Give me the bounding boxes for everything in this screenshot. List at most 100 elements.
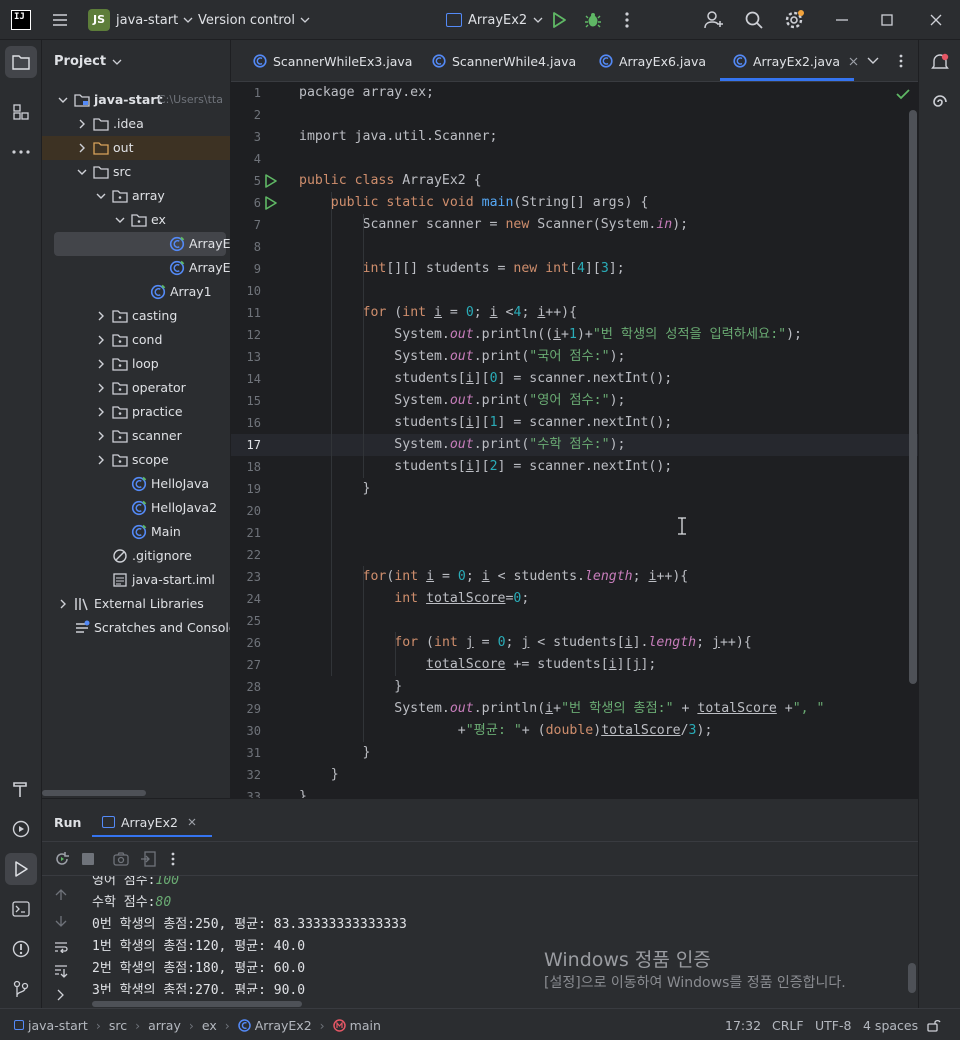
main-menu-button[interactable] (46, 6, 74, 34)
code-line[interactable]: 16 students[i][1] = scanner.nextInt(); (231, 412, 918, 434)
chevron-down-icon[interactable] (57, 94, 69, 106)
tree-item-arrayex6[interactable]: ArrayEx6 (42, 256, 230, 280)
tree-item-array1[interactable]: Array1 (42, 280, 230, 304)
tree-item-loop[interactable]: loop (42, 352, 230, 376)
minimize-button[interactable] (828, 6, 856, 34)
code-line[interactable]: 19 } (231, 478, 918, 500)
notifications-button[interactable] (926, 48, 954, 76)
chevron-right-icon[interactable] (95, 334, 107, 346)
chevron-right-icon[interactable] (76, 142, 88, 154)
tree-item-gitignore[interactable]: .gitignore (42, 544, 230, 568)
tree-item-hellojava2[interactable]: HelloJava2 (42, 496, 230, 520)
code-line[interactable]: 17 System.out.print("수학 점수:"); (231, 434, 918, 456)
close-window-button[interactable] (922, 6, 950, 34)
console-horizontal-scrollbar[interactable] (92, 1001, 302, 1007)
code-line[interactable]: 4 (231, 148, 918, 170)
breadcrumb-item[interactable]: ArrayEx2 (255, 1018, 312, 1033)
chevron-right-icon[interactable] (95, 454, 107, 466)
code-line[interactable]: 21 (231, 522, 918, 544)
tree-item-external-libraries[interactable]: External Libraries (42, 592, 230, 616)
tree-item-hellojava[interactable]: HelloJava (42, 472, 230, 496)
code-line[interactable]: 2 (231, 104, 918, 126)
chevron-down-icon[interactable] (76, 166, 88, 178)
chevron-down-icon[interactable] (114, 214, 126, 226)
code-line[interactable]: 14 students[i][0] = scanner.nextInt(); (231, 368, 918, 390)
run-tab-arrayex2[interactable]: ArrayEx2 (102, 807, 208, 837)
vertical-scrollbar[interactable] (909, 110, 917, 684)
console-vertical-scrollbar[interactable] (908, 963, 916, 993)
run-gutter-icon[interactable] (265, 196, 277, 210)
breadcrumb-item[interactable]: java-start (28, 1018, 88, 1033)
tab-arrayex6[interactable]: ArrayEx6.java (599, 40, 706, 82)
code-line[interactable]: 25 (231, 610, 918, 632)
horizontal-scrollbar[interactable] (42, 790, 146, 796)
code-line[interactable]: 30 +"평균: "+ (double)totalScore/3); (231, 720, 918, 742)
tree-item-practice[interactable]: practice (42, 400, 230, 424)
code-line[interactable]: 1 package array.ex; (231, 82, 918, 104)
code-line[interactable]: 12 System.out.println((i+1)+"번 학생의 성적을 입… (231, 324, 918, 346)
code-line[interactable]: 22 (231, 544, 918, 566)
settings-button[interactable] (780, 6, 808, 34)
chevron-right-icon[interactable] (95, 382, 107, 394)
breadcrumb-item[interactable]: ex (202, 1018, 217, 1033)
tree-item-java-start[interactable]: java-start C:\Users\tta (42, 88, 230, 112)
chevron-right-icon[interactable] (57, 598, 69, 610)
app-logo[interactable]: IJ (11, 10, 31, 30)
tree-item-scope[interactable]: scope (42, 448, 230, 472)
code-line[interactable]: 24 int totalScore=0; (231, 588, 918, 610)
caret-position[interactable]: 17:32 (725, 1009, 761, 1040)
project-tool-button[interactable] (5, 46, 37, 78)
code-line[interactable]: 7 Scanner scanner = new Scanner(System.i… (231, 214, 918, 236)
code-line[interactable]: 20 (231, 500, 918, 522)
code-line[interactable]: 31 } (231, 742, 918, 764)
code-line[interactable]: 23 for(int i = 0; i < students.length; i… (231, 566, 918, 588)
breadcrumb-item[interactable]: src (109, 1018, 127, 1033)
chevron-right-icon[interactable] (95, 430, 107, 442)
project-panel-header[interactable]: Project (54, 54, 122, 69)
tree-item-cond[interactable]: cond (42, 328, 230, 352)
line-ending[interactable]: CRLF (772, 1009, 804, 1040)
readonly-toggle[interactable] (920, 1011, 948, 1039)
tree-item-scratches-and-consoles[interactable]: Scratches and Consoles (42, 616, 230, 640)
code-line[interactable]: 15 System.out.print("영어 점수:"); (231, 390, 918, 412)
tree-item-out[interactable]: out (42, 136, 230, 160)
tree-item-array[interactable]: array (42, 184, 230, 208)
tree-item-ex[interactable]: ex (42, 208, 230, 232)
screenshot-button[interactable] (107, 845, 135, 873)
tab-arrayex2[interactable]: ArrayEx2.java (733, 40, 858, 82)
code-line[interactable]: 33} (231, 786, 918, 798)
tree-item-idea[interactable]: .idea (42, 112, 230, 136)
tree-item-java-start-iml[interactable]: java-start.iml (42, 568, 230, 592)
code-line[interactable]: 11 for (int i = 0; i <4; i++){ (231, 302, 918, 324)
stop-button[interactable] (74, 845, 102, 873)
code-line[interactable]: 13 System.out.print("국어 점수:"); (231, 346, 918, 368)
ai-assistant-button[interactable] (926, 88, 954, 116)
services-tool-button[interactable] (7, 815, 35, 843)
code-line[interactable]: 18 students[i][2] = scanner.nextInt(); (231, 456, 918, 478)
run-config-selector[interactable]: ArrayEx2 (446, 0, 543, 40)
file-encoding[interactable]: UTF-8 (815, 1009, 851, 1040)
more-tools-button[interactable] (7, 138, 35, 166)
debug-button[interactable] (579, 6, 607, 34)
code-line[interactable]: 27 totalScore += students[i][j]; (231, 654, 918, 676)
no-problems-indicator[interactable] (896, 88, 910, 100)
project-selector[interactable]: JS java-start (88, 0, 193, 40)
tab-scannerwhile4[interactable]: ScannerWhile4.java (432, 40, 576, 82)
chevron-right-icon[interactable] (76, 118, 88, 130)
tab-scannerwhileex3[interactable]: ScannerWhileEx3.java (253, 40, 412, 82)
code-line[interactable]: 9 int[][] students = new int[4][3]; (231, 258, 918, 280)
run-gutter-icon[interactable] (265, 174, 277, 188)
tree-item-arrayex2[interactable]: ArrayEx2 (54, 232, 230, 256)
problems-tool-button[interactable] (7, 935, 35, 963)
search-button[interactable] (740, 6, 768, 34)
code-line[interactable]: 3 import java.util.Scanner; (231, 126, 918, 148)
tab-list-button[interactable] (859, 47, 887, 75)
build-tool-button[interactable] (7, 775, 35, 803)
tree-item-operator[interactable]: operator (42, 376, 230, 400)
run-button[interactable] (545, 6, 573, 34)
close-icon[interactable] (849, 57, 858, 66)
tree-item-main[interactable]: Main (42, 520, 230, 544)
code-line[interactable]: 5 public class ArrayEx2 { (231, 170, 918, 192)
indent-setting[interactable]: 4 spaces (863, 1009, 918, 1040)
close-icon[interactable] (188, 818, 196, 826)
